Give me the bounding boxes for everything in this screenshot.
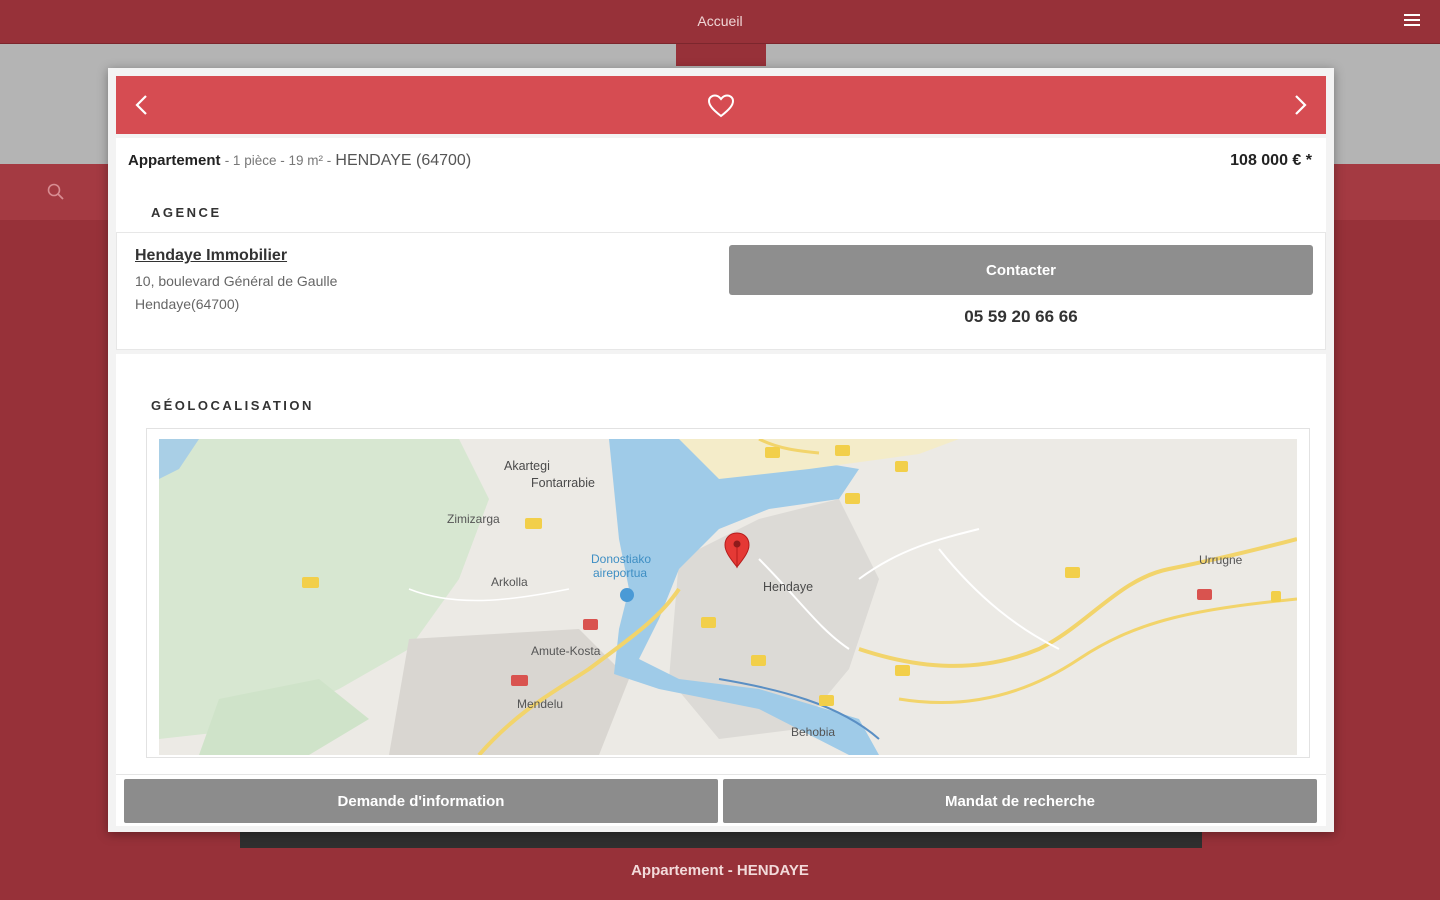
road-badge — [895, 461, 908, 472]
modal-header — [116, 76, 1326, 134]
listing-price: 108 000 € * — [1230, 152, 1312, 169]
map-label-hendaye: Hendaye — [763, 580, 814, 594]
agency-name-link[interactable]: Hendaye Immobilier — [135, 247, 287, 265]
search-mandate-button[interactable]: Mandat de recherche — [723, 779, 1317, 823]
app-title: Accueil — [697, 13, 743, 29]
geolocation-section-title: GÉOLOCALISATION — [151, 398, 314, 413]
app-top-bar: Accueil — [0, 0, 1440, 44]
road-badge — [1197, 589, 1212, 600]
map-label-behobia: Behobia — [791, 725, 836, 739]
map-label-akartegi: Akartegi — [504, 459, 550, 473]
agency-card: Hendaye Immobilier 10, boulevard Général… — [116, 232, 1326, 350]
road-badge — [835, 445, 850, 456]
map-label-urrugne: Urrugne — [1199, 553, 1243, 567]
agency-address-city: Hendaye(64700) — [135, 296, 240, 312]
road-badge — [819, 695, 834, 706]
road-badge — [765, 447, 780, 458]
agency-section-title: AGENCE — [151, 205, 222, 220]
information-request-button[interactable]: Demande d'information — [124, 779, 718, 823]
geolocation-section: GÉOLOCALISATION Akartegi Fontarrabie Zim… — [116, 354, 1326, 774]
road-badge — [751, 655, 766, 666]
map-label-zimizarga: Zimizarga — [447, 512, 500, 526]
listing-description: Appartement - 1 pièce - 19 m² - HENDAYE … — [128, 152, 471, 170]
map-label-mendelu: Mendelu — [517, 697, 564, 711]
agency-address-street: 10, boulevard Général de Gaulle — [135, 273, 338, 289]
road-badge — [511, 675, 529, 686]
map-label-arkolla: Arkolla — [491, 575, 528, 589]
road-badge — [1271, 591, 1282, 602]
background-tab-accent — [676, 44, 766, 66]
road-badge — [701, 617, 716, 628]
hamburger-menu-icon[interactable] — [1404, 14, 1420, 28]
background-photo — [240, 832, 1202, 848]
road-badge — [525, 518, 543, 529]
map-label-fontarrabie: Fontarrabie — [531, 476, 595, 490]
road-badge — [895, 665, 910, 676]
listing-detail-modal: Appartement - 1 pièce - 19 m² - HENDAYE … — [108, 68, 1334, 832]
background-listing-caption: Appartement - HENDAYE — [631, 862, 809, 879]
heart-icon[interactable] — [706, 93, 736, 119]
road-badge — [1065, 567, 1080, 578]
chevron-left-icon[interactable] — [128, 91, 156, 119]
listing-type: Appartement — [128, 152, 221, 169]
road-badge — [583, 619, 598, 630]
road-badge — [845, 493, 860, 504]
listing-city: HENDAYE (64700) — [335, 152, 472, 169]
map-label-amute: Amute-Kosta — [531, 644, 601, 658]
contact-button[interactable]: Contacter — [729, 245, 1313, 295]
map-frame: Akartegi Fontarrabie Zimizarga Arkolla D… — [146, 428, 1310, 758]
agency-phone[interactable]: 05 59 20 66 66 — [729, 307, 1313, 327]
chevron-right-icon[interactable] — [1286, 91, 1314, 119]
location-map[interactable]: Akartegi Fontarrabie Zimizarga Arkolla D… — [159, 439, 1297, 755]
search-icon[interactable] — [46, 182, 66, 202]
map-label-donostiako: Donostiako — [591, 552, 652, 566]
map-label-aireportua: aireportua — [593, 566, 648, 580]
map-graphics — [159, 439, 1297, 755]
road-badge — [302, 577, 320, 588]
listing-details: - 1 pièce - 19 m² - — [224, 153, 332, 168]
modal-footer-actions: Demande d'information Mandat de recherch… — [116, 774, 1326, 826]
